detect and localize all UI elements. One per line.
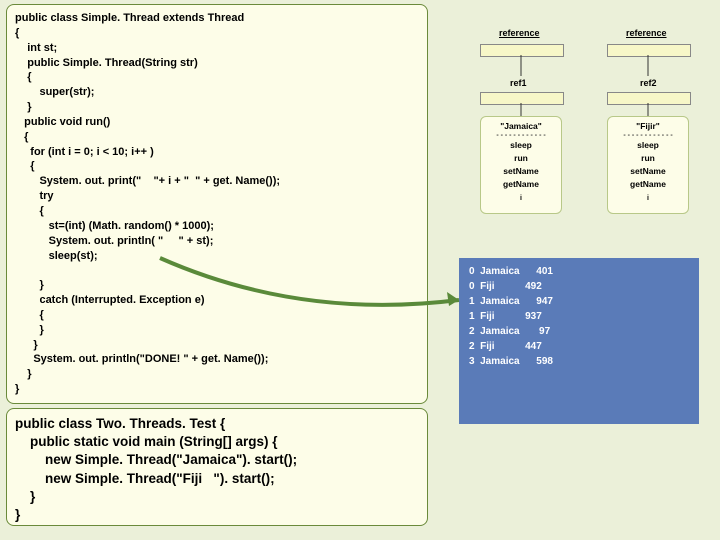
obj2-m4: getName — [610, 178, 686, 191]
obj2-m1: sleep — [610, 139, 686, 152]
obj1-m1: sleep — [483, 139, 559, 152]
reference-label-2: reference — [626, 28, 667, 38]
obj1-tail: i — [483, 194, 559, 205]
obj1-m4: getName — [483, 178, 559, 191]
obj2-m3: setName — [610, 165, 686, 178]
obj2-tail: i — [610, 194, 686, 205]
ref2-label: ref2 — [640, 78, 657, 88]
code-simple-thread: public class Simple. Thread extends Thre… — [6, 4, 428, 404]
ref-slot-1 — [480, 44, 564, 57]
ref-slot-2 — [607, 44, 691, 57]
program-output: 0 Jamaica 401 0 Fiji 492 1 Jamaica 947 1… — [459, 258, 699, 424]
reference-label-1: reference — [499, 28, 540, 38]
ref-slot-1b — [480, 92, 564, 105]
obj1-m3: setName — [483, 165, 559, 178]
object-box-fiji: "Fijir" - - - - - - - - - - - - sleep ru… — [607, 116, 689, 214]
ref-slot-2b — [607, 92, 691, 105]
obj2-m2: run — [610, 152, 686, 165]
obj1-m2: run — [483, 152, 559, 165]
object-box-jamaica: "Jamaica" - - - - - - - - - - - - sleep … — [480, 116, 562, 214]
ref1-label: ref1 — [510, 78, 527, 88]
code-two-threads-test: public class Two. Threads. Test { public… — [6, 408, 428, 526]
